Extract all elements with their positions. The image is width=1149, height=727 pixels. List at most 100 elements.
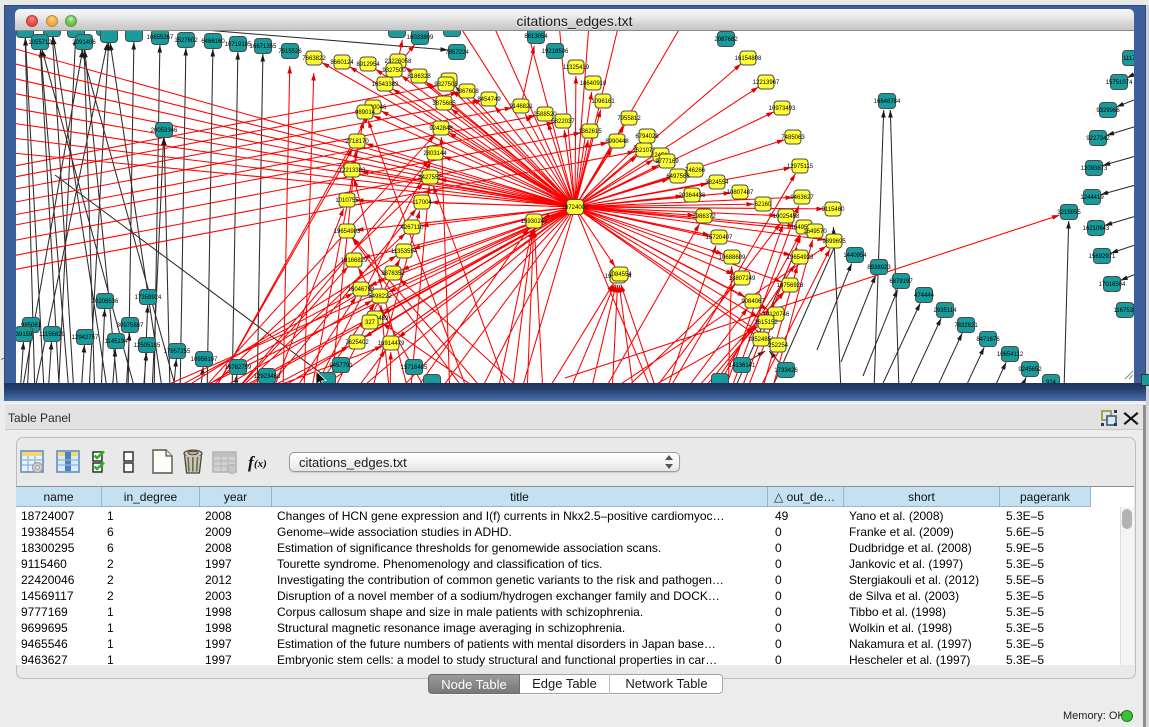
svg-text:1362615: 1362615 <box>578 129 602 135</box>
svg-text:16210643: 16210643 <box>1083 226 1110 232</box>
svg-text:9227342: 9227342 <box>1086 136 1110 142</box>
svg-text:8427552: 8427552 <box>418 175 442 181</box>
svg-text:11156829: 11156829 <box>39 332 65 338</box>
svg-text:15930243: 15930243 <box>521 219 548 225</box>
svg-text:1440954: 1440954 <box>843 253 867 259</box>
svg-text:18807249: 18807249 <box>729 276 756 282</box>
svg-text:7663822: 7663822 <box>302 56 326 62</box>
svg-text:1733426: 1733426 <box>774 368 798 374</box>
svg-text:12213967: 12213967 <box>753 80 780 86</box>
svg-text:10719185: 10719185 <box>225 42 252 48</box>
svg-text:15692971: 15692971 <box>1089 254 1116 260</box>
svg-text:16543382: 16543382 <box>372 82 399 88</box>
svg-text:20206536: 20206536 <box>92 299 119 305</box>
svg-text:2935114: 2935114 <box>934 308 958 314</box>
svg-text:16648784: 16648784 <box>874 99 901 105</box>
svg-text:1527602: 1527602 <box>174 38 198 44</box>
svg-text:10688609: 10688609 <box>719 255 746 261</box>
svg-text:5498222: 5498222 <box>368 294 392 300</box>
svg-text:20364436: 20364436 <box>679 193 706 199</box>
svg-text:8186328: 8186328 <box>407 74 431 80</box>
svg-text:2867608: 2867608 <box>455 89 479 95</box>
svg-text:17957255: 17957255 <box>164 349 191 355</box>
svg-text:7955812: 7955812 <box>617 116 641 122</box>
svg-text:2803144: 2803144 <box>423 151 447 157</box>
svg-text:9245652: 9245652 <box>1018 367 1042 373</box>
svg-text:19654983: 19654983 <box>334 229 361 235</box>
svg-text:9327500: 9327500 <box>382 68 406 74</box>
svg-text:10654112: 10654112 <box>997 352 1024 358</box>
svg-text:9242848: 9242848 <box>429 126 453 132</box>
svg-text:10807487: 10807487 <box>727 190 754 196</box>
svg-text:16782759: 16782759 <box>225 365 252 371</box>
svg-text:12093873: 12093873 <box>1081 166 1108 172</box>
svg-text:12505185: 12505185 <box>134 343 161 349</box>
svg-text:10025458: 10025458 <box>773 214 800 220</box>
svg-text:1167533: 1167533 <box>1114 308 1134 314</box>
svg-text:9084067: 9084067 <box>741 299 765 305</box>
svg-text:39159: 39159 <box>16 332 33 338</box>
svg-text:1010755: 1010755 <box>335 198 359 204</box>
svg-text:8660124: 8660124 <box>330 60 354 66</box>
svg-text:5822037: 5822037 <box>551 119 575 125</box>
svg-text:2091406: 2091406 <box>72 40 96 46</box>
svg-text:117004: 117004 <box>412 200 432 206</box>
svg-text:10958107: 10958107 <box>191 357 218 363</box>
svg-text:6497568: 6497568 <box>666 174 690 180</box>
svg-text:62160: 62160 <box>755 202 772 208</box>
svg-text:1084554: 1084554 <box>608 272 632 278</box>
svg-text:2718170: 2718170 <box>345 139 369 145</box>
svg-text:14136141: 14136141 <box>729 363 756 369</box>
svg-text:474444: 474444 <box>914 293 935 299</box>
svg-text:18640910: 18640910 <box>580 81 607 87</box>
svg-text:9899695: 9899695 <box>822 239 846 245</box>
svg-text:8471676: 8471676 <box>976 337 1000 343</box>
svg-text:11325419: 11325419 <box>563 65 590 71</box>
svg-text:10756928: 10756928 <box>777 283 804 289</box>
svg-text:8912954: 8912954 <box>356 62 380 68</box>
svg-text:3875685: 3875685 <box>432 101 456 107</box>
svg-text:16154808: 16154808 <box>735 56 762 62</box>
svg-text:2087682: 2087682 <box>714 37 738 43</box>
svg-text:9457791: 9457791 <box>329 363 353 369</box>
svg-text:1615152: 1615152 <box>754 320 778 326</box>
svg-text:15751074: 15751074 <box>1106 80 1133 86</box>
svg-text:7515526: 7515526 <box>278 49 302 55</box>
svg-text:1145194: 1145194 <box>105 339 129 345</box>
svg-text:10973493: 10973493 <box>769 106 796 112</box>
svg-text:9329966: 9329966 <box>1096 108 1120 114</box>
svg-text:16033809: 16033809 <box>407 35 434 41</box>
svg-text:16914479: 16914479 <box>378 341 405 347</box>
svg-text:6879197: 6879197 <box>889 279 913 285</box>
svg-text:9327508: 9327508 <box>434 82 458 88</box>
svg-text:1244419: 1244419 <box>1080 195 1104 201</box>
svg-text:3824554: 3824554 <box>705 180 729 186</box>
svg-text:11353594: 11353594 <box>391 249 418 255</box>
svg-text:924: 924 <box>1046 380 1057 383</box>
svg-text:2588520: 2588520 <box>533 112 557 118</box>
svg-text:1096161: 1096161 <box>591 99 615 105</box>
svg-text:30975887: 30975887 <box>117 323 144 329</box>
svg-text:12923468: 12923468 <box>254 374 281 380</box>
svg-text:7832621: 7832621 <box>954 323 978 329</box>
svg-text:9146821: 9146821 <box>509 104 533 110</box>
svg-text:7485063: 7485063 <box>781 135 805 141</box>
svg-text:7857224: 7857224 <box>445 50 469 56</box>
svg-text:7986372: 7986372 <box>692 214 716 220</box>
svg-text:12942757: 12942757 <box>72 335 99 341</box>
svg-text:16046798: 16046798 <box>348 287 375 293</box>
svg-text:8878352: 8878352 <box>381 271 405 277</box>
svg-text:1649570: 1649570 <box>803 229 827 235</box>
svg-text:17359924: 17359924 <box>135 295 162 301</box>
svg-text:6466160: 6466160 <box>201 39 225 45</box>
svg-text:6794028: 6794028 <box>635 134 659 140</box>
svg-text:16671355: 16671355 <box>250 44 277 50</box>
svg-text:1055712: 1055712 <box>28 40 52 46</box>
svg-text:4267110: 4267110 <box>401 225 425 231</box>
svg-text:7625402: 7625402 <box>345 340 369 346</box>
svg-text:15720407: 15720407 <box>706 235 733 241</box>
svg-text:8454749: 8454749 <box>477 97 501 103</box>
svg-text:(x): (x) <box>254 458 267 470</box>
svg-text:9463627: 9463627 <box>790 195 814 201</box>
svg-text:10655267: 10655267 <box>147 35 174 41</box>
